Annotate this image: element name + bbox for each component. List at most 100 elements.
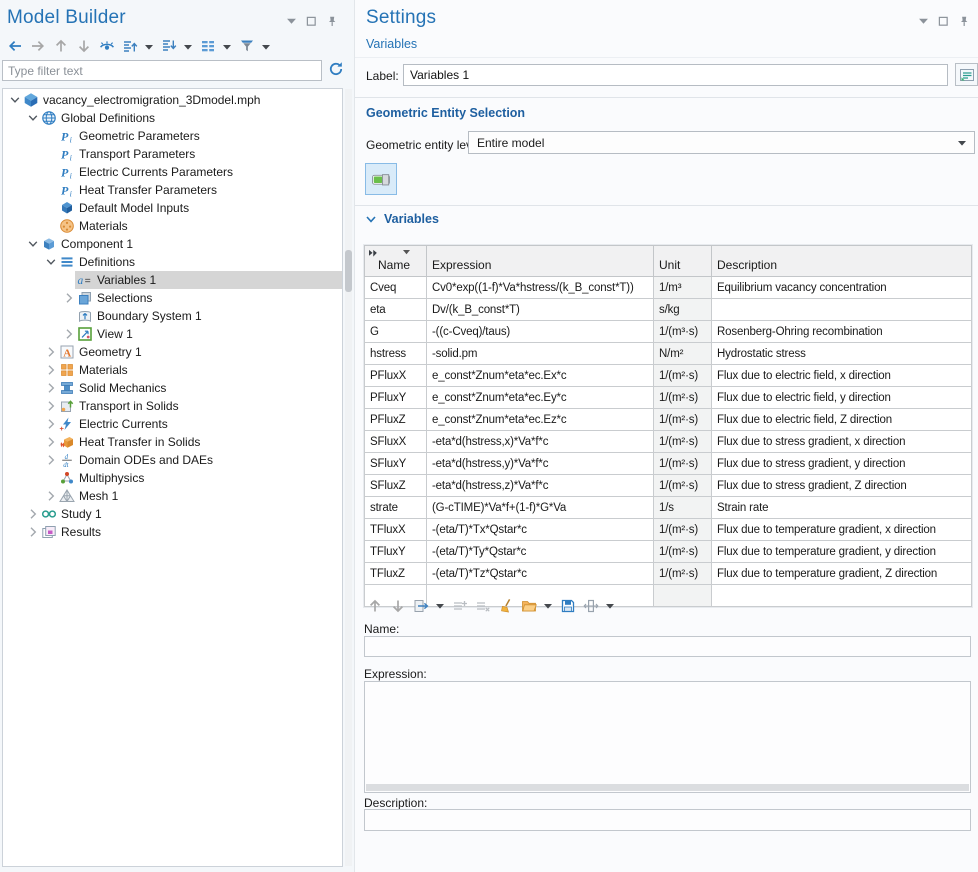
tree-item-boundary-system-1[interactable]: Boundary System 1 (3, 307, 342, 325)
edit-label-button[interactable] (955, 63, 978, 86)
cell-description[interactable]: Flux due to stress gradient, x direction (712, 431, 972, 453)
tree-item-electric-currents-parameters[interactable]: PiElectric Currents Parameters (3, 163, 342, 181)
collapse-node-icon[interactable] (25, 236, 41, 252)
tree-item-materials[interactable]: Materials (3, 361, 342, 379)
cell-name[interactable]: eta (365, 299, 427, 321)
cell-unit[interactable]: 1/(m²·s) (654, 475, 712, 497)
tree-item-transport-in-solids[interactable]: Transport in Solids (3, 397, 342, 415)
tree-item-results[interactable]: Results (3, 523, 342, 541)
tree-item-view-1[interactable]: View 1 (3, 325, 342, 343)
cell-name[interactable]: strate (365, 497, 427, 519)
tree-item-electric-currents[interactable]: +Electric Currents (3, 415, 342, 433)
cell-name[interactable]: TFluxZ (365, 563, 427, 585)
cell-description[interactable]: Rosenberg-Ohring recombination (712, 321, 972, 343)
cell-name[interactable]: G (365, 321, 427, 343)
cell-unit[interactable]: 1/m³ (654, 277, 712, 299)
expand-node-icon[interactable] (43, 362, 59, 378)
cell-unit[interactable]: N/m² (654, 343, 712, 365)
load-from-file-button[interactable] (519, 596, 538, 615)
expression-textarea[interactable] (365, 682, 970, 783)
cell-description[interactable]: Flux due to electric field, x direction (712, 365, 972, 387)
cell-name[interactable]: hstress (365, 343, 427, 365)
float-panel-icon[interactable] (306, 16, 317, 27)
column-header-unit[interactable]: Unit (654, 246, 712, 277)
tree-item-geometry-1[interactable]: AGeometry 1 (3, 343, 342, 361)
tree-item-default-model-inputs[interactable]: Default Model Inputs (3, 199, 342, 217)
cell-description[interactable] (712, 299, 972, 321)
expand-all-dropdown-caret[interactable] (143, 42, 155, 51)
collapse-all-button[interactable] (159, 37, 178, 56)
hdr-sort-icon[interactable] (403, 250, 410, 255)
cell-description[interactable]: Flux due to stress gradient, y direction (712, 453, 972, 475)
tree-item-variables-1[interactable]: a=Variables 1 (3, 271, 342, 289)
expand-node-icon[interactable] (43, 380, 59, 396)
tree-item-geometric-parameters[interactable]: PiGeometric Parameters (3, 127, 342, 145)
cell-description[interactable]: Equilibrium vacancy concentration (712, 277, 972, 299)
back-button[interactable] (5, 37, 24, 56)
cell-expression[interactable]: -eta*d(hstress,z)*Va*f*c (427, 475, 654, 497)
cell-unit[interactable]: 1/(m²·s) (654, 563, 712, 585)
expand-node-icon[interactable] (43, 488, 59, 504)
cell-expression[interactable]: Cv0*exp((1-f)*Va*hstress/(k_B_const*T)) (427, 277, 654, 299)
cell-name[interactable]: Cveq (365, 277, 427, 299)
expand-node-icon[interactable] (43, 452, 59, 468)
delete-row-button[interactable] (473, 596, 492, 615)
tree-item-study-1[interactable]: Study 1 (3, 505, 342, 523)
expand-node-icon[interactable] (61, 326, 77, 342)
hdr-move-icon[interactable] (368, 249, 378, 257)
refresh-icon[interactable] (328, 61, 346, 79)
model-tree-node-text-button[interactable] (198, 37, 217, 56)
variables-section-header[interactable]: Variables (365, 212, 439, 226)
move-row-down-button[interactable] (388, 596, 407, 615)
collapse-node-icon[interactable] (25, 110, 41, 126)
move-row-up-button[interactable] (365, 596, 384, 615)
cell-description[interactable]: Flux due to temperature gradient, y dire… (712, 541, 972, 563)
fit-column-widths-button[interactable] (581, 596, 600, 615)
filter-button[interactable] (237, 37, 256, 56)
cell-name[interactable]: PFluxX (365, 365, 427, 387)
tree-item-global-definitions[interactable]: Global Definitions (3, 109, 342, 127)
cell-description[interactable]: Strain rate (712, 497, 972, 519)
save-to-file-button[interactable] (558, 596, 577, 615)
clear-table-button[interactable] (496, 596, 515, 615)
cell-expression[interactable]: -eta*d(hstress,x)*Va*f*c (427, 431, 654, 453)
cell-expression[interactable]: -solid.pm (427, 343, 654, 365)
cell-unit[interactable]: 1/s (654, 497, 712, 519)
cell-expression[interactable]: e_const*Znum*eta*ec.Ey*c (427, 387, 654, 409)
cell-unit[interactable]: 1/(m²·s) (654, 453, 712, 475)
expand-node-icon[interactable] (43, 434, 59, 450)
cell-description[interactable]: Hydrostatic stress (712, 343, 972, 365)
description-input[interactable] (364, 809, 971, 831)
expand-node-icon[interactable] (43, 416, 59, 432)
cell-description[interactable]: Flux due to electric field, Z direction (712, 409, 972, 431)
load-from-file-dropdown-caret[interactable] (542, 601, 554, 610)
forward-button[interactable] (28, 37, 47, 56)
tree-item-mesh-1[interactable]: Mesh 1 (3, 487, 342, 505)
label-input[interactable] (403, 64, 948, 86)
pin-panel-icon[interactable] (958, 15, 970, 27)
cell-name[interactable]: PFluxY (365, 387, 427, 409)
cell-expression[interactable]: Dv/(k_B_const*T) (427, 299, 654, 321)
cell-description[interactable]: Flux due to temperature gradient, x dire… (712, 519, 972, 541)
cell-expression[interactable]: -(eta/T)*Tx*Qstar*c (427, 519, 654, 541)
expression-hscrollbar[interactable] (366, 784, 969, 791)
tree-scrollbar-thumb[interactable] (345, 250, 352, 292)
pin-panel-icon[interactable] (326, 15, 338, 27)
fit-column-widths-dropdown-caret[interactable] (604, 601, 616, 610)
collapse-node-icon[interactable] (43, 254, 59, 270)
cell-expression[interactable]: -((c-Cveq)/taus) (427, 321, 654, 343)
collapse-all-dropdown-caret[interactable] (182, 42, 194, 51)
cell-description[interactable]: Flux due to temperature gradient, Z dire… (712, 563, 972, 585)
cell-expression[interactable]: e_const*Znum*eta*ec.Ez*c (427, 409, 654, 431)
tree-item-domain-odes-and-daes[interactable]: ddtDomain ODEs and DAEs (3, 451, 342, 469)
expand-node-icon[interactable] (25, 524, 41, 540)
column-header-description[interactable]: Description (712, 246, 972, 277)
cell-expression[interactable]: (G-cTIME)*Va*f+(1-f)*G*Va (427, 497, 654, 519)
tree-item-solid-mechanics[interactable]: Solid Mechanics (3, 379, 342, 397)
move-down-button[interactable] (74, 37, 93, 56)
cell-name[interactable]: TFluxX (365, 519, 427, 541)
cell-expression[interactable]: -eta*d(hstress,y)*Va*f*c (427, 453, 654, 475)
tree-item-heat-transfer-in-solids[interactable]: Heat Transfer in Solids (3, 433, 342, 451)
cell-unit[interactable]: 1/(m²·s) (654, 365, 712, 387)
cell-expression[interactable]: -(eta/T)*Tz*Qstar*c (427, 563, 654, 585)
